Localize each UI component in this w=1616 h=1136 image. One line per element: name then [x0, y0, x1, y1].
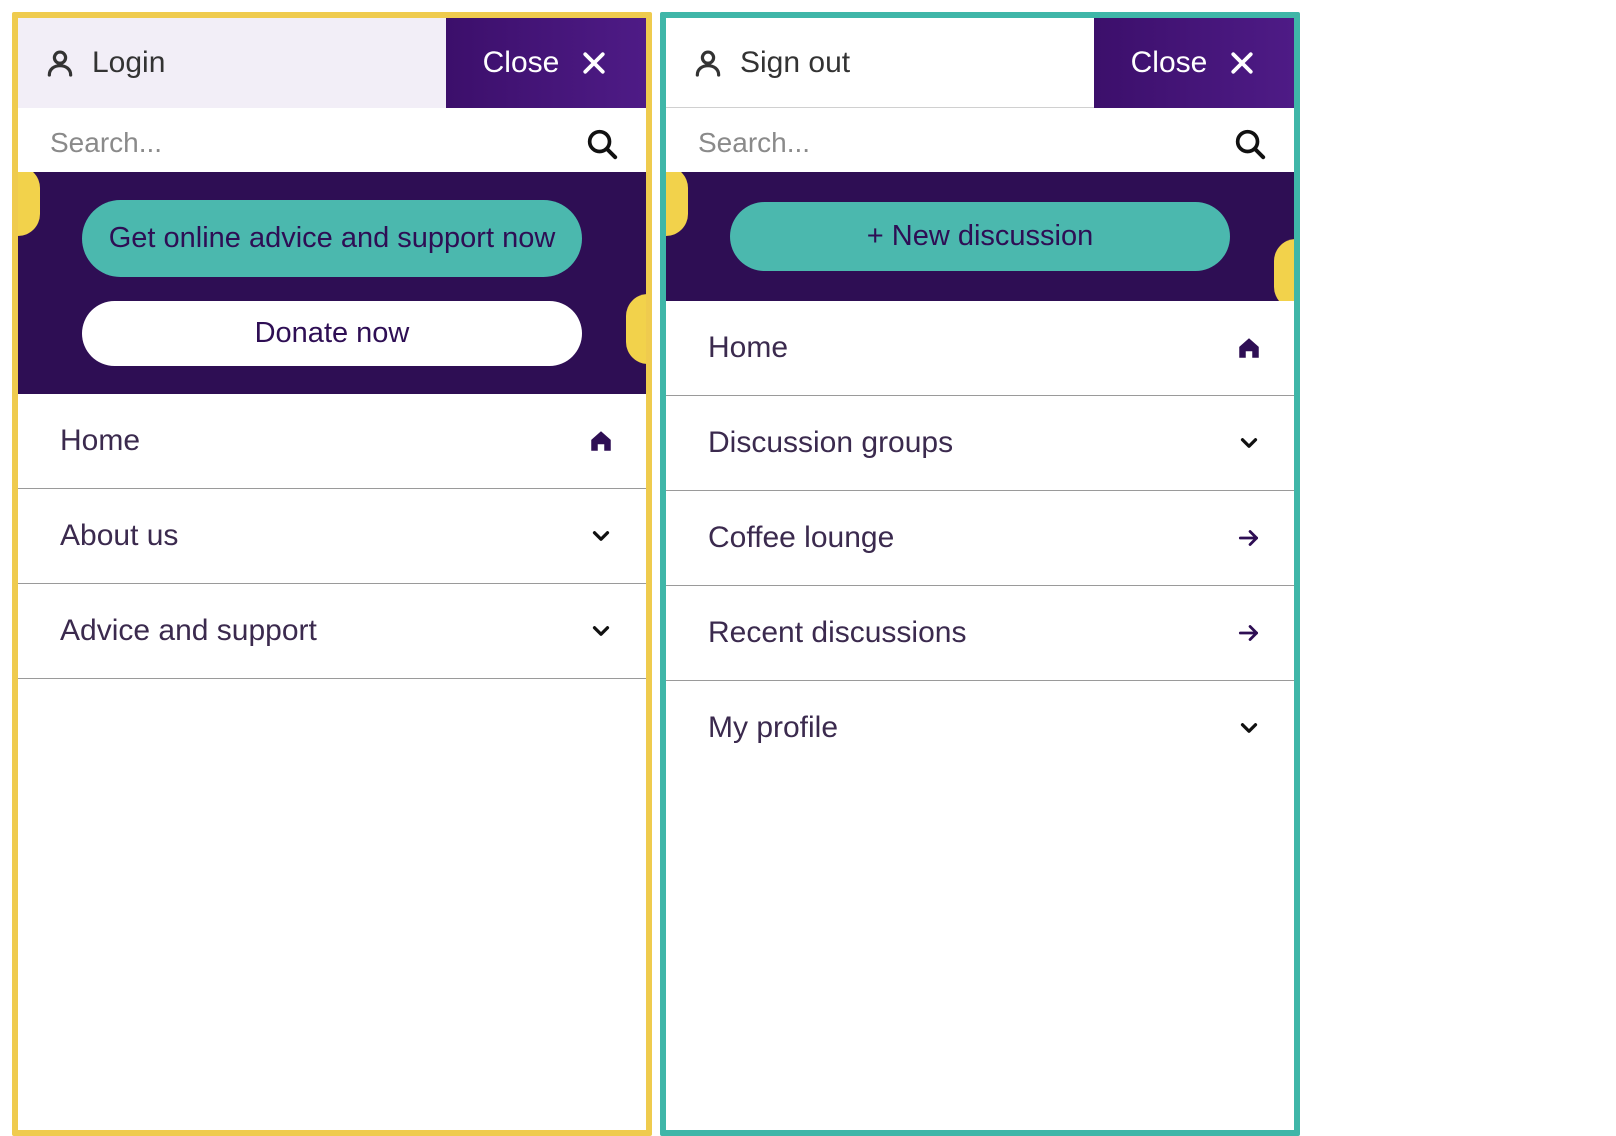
signout-button[interactable]: Sign out [666, 18, 1094, 108]
nav-item-label: Home [708, 331, 1236, 365]
search-input[interactable] [698, 127, 1220, 159]
menu-panel-logged-out: Login Close Get online advice and suppor… [12, 12, 652, 1136]
close-icon [1227, 48, 1257, 78]
chevron-down-icon [588, 523, 614, 549]
nav-list: Home Discussion groups Coffee lounge Rec… [666, 301, 1294, 775]
nav-item-label: Advice and support [60, 614, 588, 648]
user-icon [692, 47, 724, 79]
login-button[interactable]: Login [18, 18, 446, 108]
nav-item-advice[interactable]: Advice and support [18, 584, 646, 679]
login-label: Login [92, 46, 165, 80]
nav-item-about[interactable]: About us [18, 489, 646, 584]
close-icon [579, 48, 609, 78]
decoration-blob [626, 294, 646, 364]
user-icon [44, 47, 76, 79]
chevron-down-icon [588, 618, 614, 644]
signout-label: Sign out [740, 46, 850, 80]
close-button[interactable]: Close [446, 18, 646, 108]
close-label: Close [483, 46, 560, 80]
nav-item-label: Coffee lounge [708, 521, 1236, 555]
close-label: Close [1131, 46, 1208, 80]
home-icon [1236, 335, 1262, 361]
hero-banner: + New discussion [666, 172, 1294, 301]
nav-item-label: Home [60, 424, 588, 458]
decoration-blob [1274, 239, 1294, 301]
arrow-right-icon [1236, 525, 1262, 551]
nav-item-label: Recent discussions [708, 616, 1236, 650]
nav-item-label: About us [60, 519, 588, 553]
nav-item-label: My profile [708, 711, 1236, 745]
home-icon [588, 428, 614, 454]
cta-new-discussion-button[interactable]: + New discussion [730, 202, 1230, 271]
nav-item-home[interactable]: Home [666, 301, 1294, 396]
nav-item-home[interactable]: Home [18, 394, 646, 489]
nav-item-recent-discussions[interactable]: Recent discussions [666, 586, 1294, 681]
cta-donate-button[interactable]: Donate now [82, 301, 582, 366]
arrow-right-icon [1236, 620, 1262, 646]
search-row [18, 108, 646, 172]
top-bar: Sign out Close [666, 18, 1294, 108]
close-button[interactable]: Close [1094, 18, 1294, 108]
nav-item-coffee-lounge[interactable]: Coffee lounge [666, 491, 1294, 586]
menu-panel-logged-in: Sign out Close + New discussion Home Dis… [660, 12, 1300, 1136]
nav-list: Home About us Advice and support [18, 394, 646, 679]
hero-banner: Get online advice and support now Donate… [18, 172, 646, 394]
nav-item-label: Discussion groups [708, 426, 1236, 460]
decoration-blob [18, 172, 40, 236]
nav-item-my-profile[interactable]: My profile [666, 681, 1294, 775]
search-icon[interactable] [584, 126, 618, 160]
search-row [666, 108, 1294, 172]
top-bar: Login Close [18, 18, 646, 108]
nav-item-discussion-groups[interactable]: Discussion groups [666, 396, 1294, 491]
cta-advice-button[interactable]: Get online advice and support now [82, 200, 582, 277]
chevron-down-icon [1236, 715, 1262, 741]
chevron-down-icon [1236, 430, 1262, 456]
search-icon[interactable] [1232, 126, 1266, 160]
search-input[interactable] [50, 127, 572, 159]
decoration-blob [666, 172, 688, 236]
